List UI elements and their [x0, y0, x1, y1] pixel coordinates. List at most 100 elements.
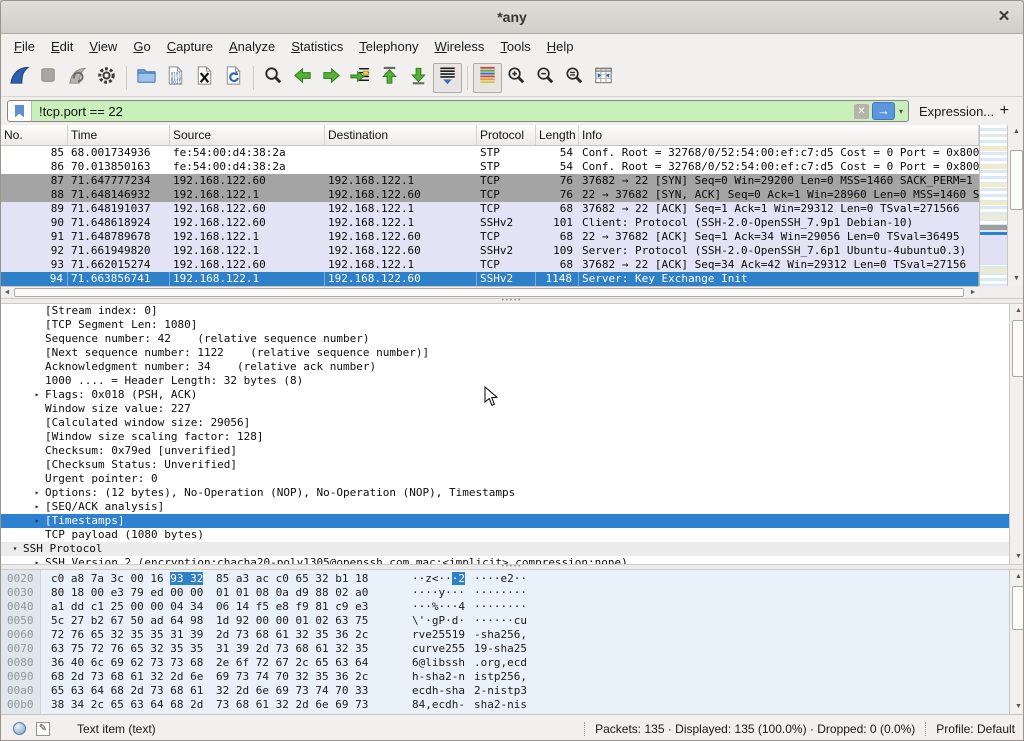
- expanded-expander-icon[interactable]: ▾: [7, 542, 23, 556]
- next-packet-button[interactable]: [317, 63, 346, 93]
- scroll-up-icon[interactable]: ▲: [1010, 305, 1024, 317]
- packet-row-92[interactable]: 9271.661949820192.168.122.1192.168.122.6…: [1, 244, 979, 258]
- hex-row-0080[interactable]: 008036 40 6c 69 62 73 73 682e 6f 72 67 2…: [1, 656, 1009, 670]
- column-header-time[interactable]: Time: [68, 125, 170, 145]
- scroll-up-icon[interactable]: ▲: [1010, 571, 1024, 583]
- menu-go[interactable]: Go: [125, 36, 158, 57]
- packet-list-minimap[interactable]: [979, 125, 1007, 286]
- last-packet-button[interactable]: [404, 63, 433, 93]
- column-header-info[interactable]: Info: [579, 125, 979, 145]
- filter-dropdown-icon[interactable]: ▾: [897, 107, 908, 116]
- detail-line[interactable]: [Window size scaling factor: 128]: [1, 430, 1009, 444]
- hex-row-0040[interactable]: 0040a1 dd c1 25 00 00 04 3406 14 f5 e8 f…: [1, 600, 1009, 614]
- hex-row-0020[interactable]: 0020c0 a8 7a 3c 00 16 93 3285 a3 ac c0 6…: [1, 572, 1009, 586]
- hex-scrollbar[interactable]: ▲ ▼: [1009, 570, 1024, 714]
- collapsed-expander-icon[interactable]: ▸: [29, 514, 45, 528]
- hscrollbar-thumb[interactable]: [14, 288, 964, 297]
- scroll-left-icon[interactable]: ◄: [1, 287, 13, 298]
- detail-line[interactable]: 1000 .... = Header Length: 32 bytes (8): [1, 374, 1009, 388]
- expert-info-icon[interactable]: [13, 722, 26, 735]
- detail-line[interactable]: [Calculated window size: 29056]: [1, 416, 1009, 430]
- filter-clear-icon[interactable]: ✕: [854, 104, 869, 119]
- scroll-up-icon[interactable]: ▲: [1008, 126, 1024, 138]
- menu-wireless[interactable]: Wireless: [427, 36, 493, 57]
- collapsed-expander-icon[interactable]: ▸: [29, 500, 45, 514]
- packet-row-88[interactable]: 8871.648146932192.168.122.1192.168.122.6…: [1, 188, 979, 202]
- menu-file[interactable]: File: [6, 36, 43, 57]
- find-packet-button[interactable]: [259, 63, 288, 93]
- hex-row-0030[interactable]: 003080 18 00 e3 79 ed 00 0001 01 08 0a d…: [1, 586, 1009, 600]
- column-header-destination[interactable]: Destination: [325, 125, 477, 145]
- collapsed-expander-icon[interactable]: ▸: [29, 556, 45, 564]
- detail-line[interactable]: [TCP Segment Len: 1080]: [1, 318, 1009, 332]
- packet-row-90[interactable]: 9071.648618924192.168.122.60192.168.122.…: [1, 216, 979, 230]
- display-filter-input[interactable]: !tcp.port == 22 ✕ → ▾: [7, 100, 909, 122]
- packet-list-scrollbar[interactable]: ▲ ▼: [1007, 125, 1024, 286]
- reload-file-button[interactable]: [219, 63, 248, 93]
- detail-line[interactable]: ▸Options: (12 bytes), No-Operation (NOP)…: [1, 486, 1009, 500]
- hex-row-00a0[interactable]: 00a065 63 64 68 2d 73 68 6132 2d 6e 69 7…: [1, 684, 1009, 698]
- previous-packet-button[interactable]: [288, 63, 317, 93]
- capture-comment-icon[interactable]: ✎: [36, 722, 50, 736]
- close-icon[interactable]: ✕: [994, 7, 1014, 27]
- detail-line[interactable]: Sequence number: 42 (relative sequence n…: [1, 332, 1009, 346]
- detail-line[interactable]: ▸[SEQ/ACK analysis]: [1, 500, 1009, 514]
- menu-tools[interactable]: Tools: [492, 36, 538, 57]
- hex-row-0060[interactable]: 006072 76 65 32 35 35 31 392d 73 68 61 3…: [1, 628, 1009, 642]
- filter-apply-icon[interactable]: →: [872, 102, 895, 120]
- column-header-source[interactable]: Source: [170, 125, 325, 145]
- scroll-down-icon[interactable]: ▼: [1010, 701, 1024, 713]
- detail-line[interactable]: [Stream index: 0]: [1, 304, 1009, 318]
- colorize-button[interactable]: [473, 63, 502, 93]
- detail-line[interactable]: Window size value: 227: [1, 402, 1009, 416]
- save-file-button[interactable]: 010101100011: [161, 63, 190, 93]
- menu-statistics[interactable]: Statistics: [283, 36, 351, 57]
- detail-line[interactable]: ▸Flags: 0x018 (PSH, ACK): [1, 388, 1009, 402]
- collapsed-expander-icon[interactable]: ▸: [29, 486, 45, 500]
- detail-line[interactable]: [Checksum Status: Unverified]: [1, 458, 1009, 472]
- scrollbar-thumb[interactable]: [1010, 150, 1023, 210]
- packet-row-94[interactable]: 9471.663856741192.168.122.1192.168.122.6…: [1, 272, 979, 286]
- profile-selector[interactable]: Profile: Default: [936, 722, 1015, 736]
- packet-row-93[interactable]: 9371.662015274192.168.122.60192.168.122.…: [1, 258, 979, 272]
- menu-edit[interactable]: Edit: [43, 36, 81, 57]
- menu-capture[interactable]: Capture: [159, 36, 221, 57]
- detail-line[interactable]: Urgent pointer: 0: [1, 472, 1009, 486]
- column-header-length[interactable]: Length: [536, 125, 579, 145]
- column-header-no[interactable]: No.: [1, 125, 68, 145]
- packet-row-87[interactable]: 8771.647777234192.168.122.60192.168.122.…: [1, 174, 979, 188]
- filter-value[interactable]: !tcp.port == 22: [32, 104, 854, 119]
- detail-line[interactable]: ▸[Timestamps]: [1, 514, 1009, 528]
- packet-row-86[interactable]: 8670.013850163fe:54:00:d4:38:2aSTP54Conf…: [1, 160, 979, 174]
- add-filter-button[interactable]: +: [1000, 102, 1009, 120]
- hex-row-00b0[interactable]: 00b038 34 2c 65 63 64 68 2d73 68 61 32 2…: [1, 698, 1009, 712]
- scrollbar-thumb[interactable]: [1012, 586, 1024, 630]
- hex-row-0050[interactable]: 00505c 27 b2 67 50 ad 64 981d 92 00 00 0…: [1, 614, 1009, 628]
- capture-options-button[interactable]: [92, 63, 121, 93]
- expression-button[interactable]: Expression...: [919, 104, 994, 119]
- hex-row-0090[interactable]: 009068 2d 73 68 61 32 2d 6e69 73 74 70 3…: [1, 670, 1009, 684]
- zoom-out-button[interactable]: [531, 63, 560, 93]
- zoom-in-button[interactable]: [502, 63, 531, 93]
- resize-columns-button[interactable]: [589, 63, 618, 93]
- open-file-button[interactable]: [132, 63, 161, 93]
- detail-line[interactable]: [Next sequence number: 1122 (relative se…: [1, 346, 1009, 360]
- packet-row-89[interactable]: 8971.648191037192.168.122.60192.168.122.…: [1, 202, 979, 216]
- menu-telephony[interactable]: Telephony: [351, 36, 426, 57]
- close-file-button[interactable]: [190, 63, 219, 93]
- detail-line[interactable]: Acknowledgment number: 34 (relative ack …: [1, 360, 1009, 374]
- filter-bookmark-button[interactable]: [8, 101, 32, 121]
- scrollbar-thumb[interactable]: [1012, 320, 1024, 377]
- detail-line[interactable]: ▸SSH Version 2 (encryption:chacha20-poly…: [1, 556, 1009, 564]
- detail-line[interactable]: TCP payload (1080 bytes): [1, 528, 1009, 542]
- scroll-right-icon[interactable]: ►: [967, 287, 979, 298]
- zoom-reset-button[interactable]: [560, 63, 589, 93]
- packet-row-85[interactable]: 8568.001734936fe:54:00:d4:38:2aSTP54Conf…: [1, 146, 979, 160]
- hex-row-0070[interactable]: 007063 75 72 76 65 32 35 3531 39 2d 73 6…: [1, 642, 1009, 656]
- restart-capture-button[interactable]: [63, 63, 92, 93]
- column-header-protocol[interactable]: Protocol: [477, 125, 536, 145]
- menu-view[interactable]: View: [81, 36, 125, 57]
- auto-scroll-button[interactable]: [433, 63, 462, 93]
- scroll-down-icon[interactable]: ▼: [1008, 273, 1024, 285]
- packet-list-hscrollbar[interactable]: ◄ ►: [1, 286, 979, 298]
